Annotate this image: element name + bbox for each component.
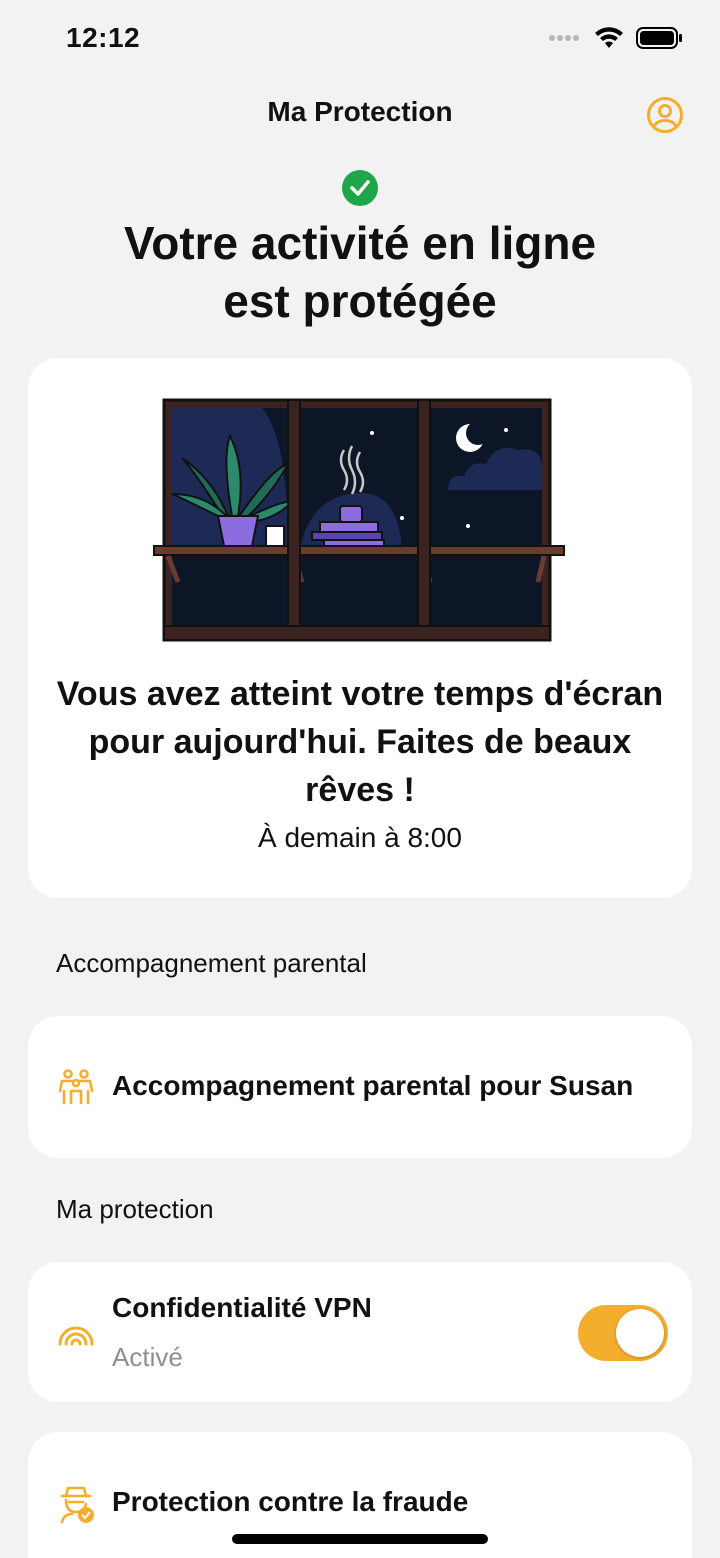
wifi-icon — [595, 27, 623, 48]
vpn-signal-icon — [58, 1326, 94, 1346]
protection-status-line-1: Votre activité en ligne — [123, 217, 597, 269]
vpn-toggle[interactable] — [578, 1305, 668, 1361]
check-circle-icon — [342, 170, 378, 206]
family-icon — [58, 1069, 94, 1105]
parental-control-label: Accompagnement parental pour Susan — [112, 1070, 634, 1101]
fraud-protection-title: Protection contre la fraude — [112, 1486, 469, 1517]
status-bar: 12:12 — [0, 0, 720, 80]
battery-icon — [636, 27, 682, 49]
status-time: 12:12 — [66, 22, 141, 53]
vpn-title: Confidentialité VPN — [112, 1292, 372, 1323]
vpn-toggle-knob — [616, 1309, 664, 1357]
screen-time-card: Vous avez atteint votre temps d'écran po… — [28, 358, 692, 898]
vpn-row[interactable]: Confidentialité VPN Activé — [28, 1262, 692, 1402]
signal-dots-icon — [549, 35, 579, 41]
fraud-agent-icon — [60, 1486, 94, 1524]
protection-status-line-2: est protégée — [223, 275, 497, 327]
section-label-parental: Accompagnement parental — [56, 948, 367, 978]
parental-control-row[interactable]: Accompagnement parental pour Susan — [28, 1016, 692, 1158]
section-label-protection: Ma protection — [56, 1194, 214, 1224]
page-title: Ma Protection — [267, 96, 453, 127]
home-indicator — [232, 1534, 488, 1544]
status-icons — [548, 26, 684, 50]
protection-status-title: Votre activité en ligne est protégée — [40, 214, 680, 330]
night-window-shelf-illustration — [153, 398, 565, 642]
screen-time-message: Vous avez atteint votre temps d'écran po… — [56, 675, 664, 809]
user-circle-icon[interactable] — [646, 96, 684, 134]
vpn-status: Activé — [112, 1342, 183, 1372]
screen-time-resume: À demain à 8:00 — [258, 822, 462, 853]
